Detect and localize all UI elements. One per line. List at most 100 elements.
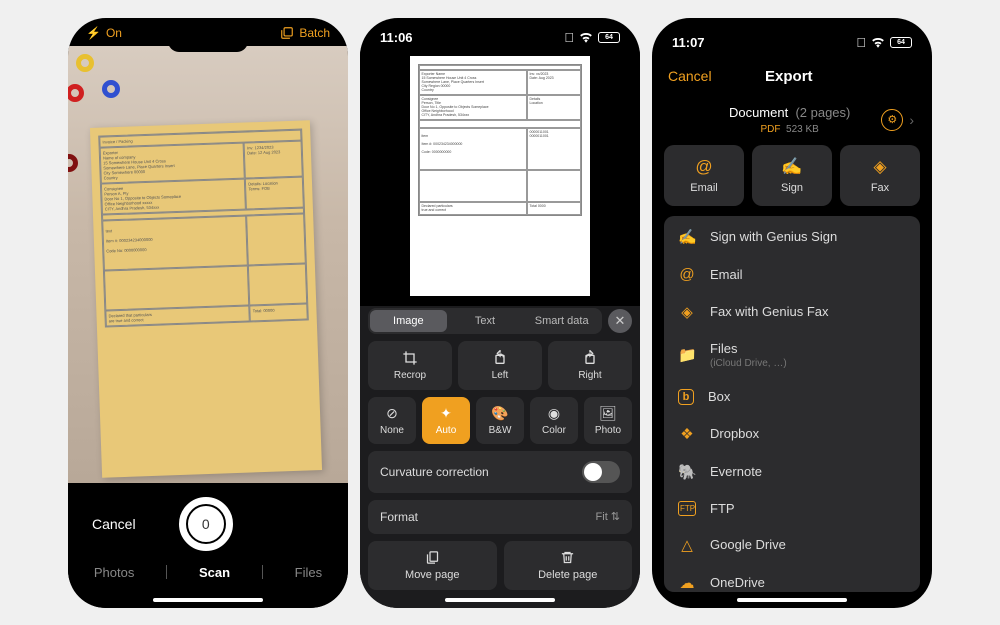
signature-icon: ✍ xyxy=(781,157,802,177)
doc-format: PDF xyxy=(760,124,780,135)
export-item-files[interactable]: 📁 Files (iCloud Drive, …) xyxy=(664,331,920,379)
notch xyxy=(460,30,540,52)
quick-email[interactable]: @ Email xyxy=(664,145,744,206)
export-item-email[interactable]: @Email xyxy=(664,256,920,293)
page-title: Export xyxy=(765,68,813,85)
wifi-icon xyxy=(871,37,885,48)
battery-icon: 64 xyxy=(598,32,620,43)
palette-icon: 🎨 xyxy=(491,405,508,422)
quick-sign[interactable]: ✍ Sign xyxy=(752,145,832,206)
cancel-button[interactable]: Cancel xyxy=(668,68,712,84)
wifi-icon xyxy=(579,32,593,43)
battery-icon: 64 xyxy=(890,37,912,48)
curvature-row: Curvature correction xyxy=(368,451,632,493)
export-item-label: FTP xyxy=(710,501,906,516)
filter-color[interactable]: ◉ Color xyxy=(530,397,578,444)
filter-none[interactable]: ⊘ None xyxy=(368,397,416,444)
filter-auto[interactable]: ✦ Auto xyxy=(422,397,470,444)
settings-button[interactable]: ⚙ xyxy=(881,109,903,131)
close-button[interactable]: ✕ xyxy=(608,309,632,333)
filter-bw[interactable]: 🎨 B&W xyxy=(476,397,524,444)
format-value: Fit xyxy=(596,511,608,523)
segment-text[interactable]: Text xyxy=(447,310,524,332)
doc-pages: (2 pages) xyxy=(795,105,850,120)
batch-label: Batch xyxy=(299,26,330,40)
filter-photo[interactable]: 🖼 Photo xyxy=(584,397,632,444)
phone-edit: 11:06 􀙇 64 Exporter Name15 Somewhere Hou… xyxy=(360,18,640,608)
scene-object xyxy=(102,80,120,98)
export-item-google-drive[interactable]: △ Google Drive xyxy=(664,526,920,564)
batch-icon xyxy=(280,26,294,40)
move-page-button[interactable]: Move page xyxy=(368,541,497,590)
export-item-sign-with-genius-sign[interactable]: ✍ Sign with Genius Sign xyxy=(664,218,920,256)
tab-photos[interactable]: Photos xyxy=(94,565,134,580)
service-icon: ◈ xyxy=(678,303,696,321)
export-item-label: OneDrive xyxy=(710,575,906,590)
status-right: 􀙇 64 xyxy=(564,30,620,45)
phone-export: 11:07 􀙇 64 Cancel Export Document (2 pag… xyxy=(652,18,932,608)
export-item-label: Sign with Genius Sign xyxy=(710,229,906,244)
export-item-fax-with-genius-fax[interactable]: ◈Fax with Genius Fax xyxy=(664,293,920,331)
rotate-left-button[interactable]: Left xyxy=(458,341,542,390)
camera-preview[interactable]: Invoice / Packing ExporterName of compan… xyxy=(68,46,348,483)
export-item-label: Files xyxy=(710,341,906,356)
rotate-left-icon xyxy=(492,350,508,366)
service-icon: FTP xyxy=(678,501,696,516)
export-item-label: Google Drive xyxy=(710,537,906,552)
flash-toggle[interactable]: ⚡ On xyxy=(86,26,122,40)
export-item-label: Box xyxy=(708,389,906,404)
close-icon: ✕ xyxy=(615,313,626,329)
service-icon: △ xyxy=(678,536,696,554)
export-item-label: Email xyxy=(710,267,906,282)
curvature-label: Curvature correction xyxy=(380,465,489,479)
export-destinations[interactable]: ✍ Sign with Genius Sign @Email◈Fax with Ge… xyxy=(664,216,920,592)
export-item-label: Dropbox xyxy=(710,426,906,441)
tab-scan[interactable]: Scan xyxy=(199,565,230,580)
export-item-ftp[interactable]: FTP FTP xyxy=(664,491,920,526)
service-icon: ✍ xyxy=(678,228,696,246)
export-item-onedrive[interactable]: ☁OneDrive xyxy=(664,564,920,592)
home-indicator[interactable] xyxy=(737,598,847,602)
service-icon: 🐘 xyxy=(678,463,696,481)
batch-toggle[interactable]: Batch xyxy=(280,26,330,40)
segment-image[interactable]: Image xyxy=(370,310,447,332)
doc-name: Document xyxy=(729,105,788,120)
notch xyxy=(752,30,832,52)
scene-object xyxy=(76,54,94,72)
copy-icon xyxy=(425,550,440,565)
tab-files[interactable]: Files xyxy=(295,565,322,580)
gear-icon: ⚙ xyxy=(887,113,897,126)
delete-page-button[interactable]: Delete page xyxy=(504,541,633,590)
scene-object xyxy=(68,84,84,102)
curvature-toggle[interactable] xyxy=(582,461,620,483)
page-thumbnail: Exporter Name15 Somewhere House Unit 4 C… xyxy=(410,56,590,296)
export-item-sublabel: (iCloud Drive, …) xyxy=(710,358,906,369)
at-icon: @ xyxy=(695,157,712,177)
signal-icon: 􀙇 xyxy=(564,30,574,45)
service-icon: 📁 xyxy=(678,346,696,364)
document-preview[interactable]: Exporter Name15 Somewhere House Unit 4 C… xyxy=(360,50,640,306)
rotate-right-button[interactable]: Right xyxy=(548,341,632,390)
status-time: 11:06 xyxy=(380,30,413,45)
recrop-button[interactable]: Recrop xyxy=(368,341,452,390)
home-indicator[interactable] xyxy=(153,598,263,602)
export-item-dropbox[interactable]: ❖Dropbox xyxy=(664,415,920,453)
phone-scan: ⚡ On Batch Invoice / Packing ExporterNam… xyxy=(68,18,348,608)
status-right: 􀙇 64 xyxy=(856,35,912,50)
export-item-evernote[interactable]: 🐘Evernote xyxy=(664,453,920,491)
format-row[interactable]: Format Fit ⇅ xyxy=(368,500,632,534)
crop-icon xyxy=(402,350,418,366)
quick-fax[interactable]: ◈ Fax xyxy=(840,145,920,206)
color-icon: ◉ xyxy=(548,405,560,422)
export-item-box[interactable]: bBox xyxy=(664,379,920,415)
scene-object xyxy=(68,154,78,172)
flash-label: On xyxy=(106,26,122,40)
shutter-button[interactable]: 0 xyxy=(179,497,233,551)
separator xyxy=(166,565,167,579)
photo-icon: 🖼 xyxy=(599,405,617,422)
notch xyxy=(168,30,248,52)
cancel-button[interactable]: Cancel xyxy=(92,516,136,532)
segment-smart-data[interactable]: Smart data xyxy=(523,310,600,332)
document-info-row[interactable]: Document (2 pages) PDF 523 KB ⚙ › xyxy=(652,93,932,145)
home-indicator[interactable] xyxy=(445,598,555,602)
